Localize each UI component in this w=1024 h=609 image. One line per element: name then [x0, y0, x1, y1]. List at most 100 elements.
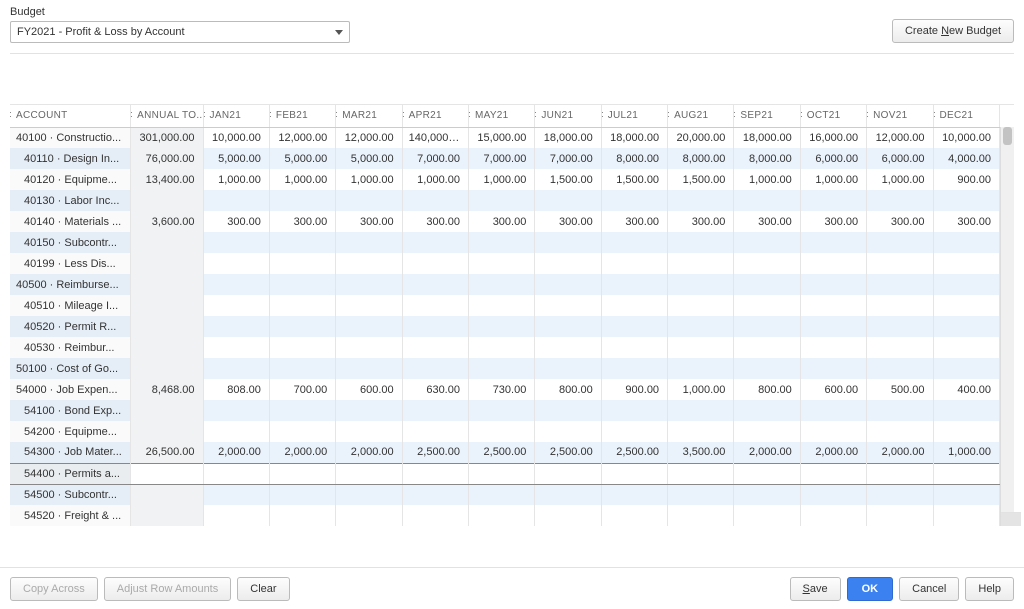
month-cell[interactable]: 300.00 — [203, 211, 269, 232]
month-cell[interactable] — [535, 190, 601, 211]
save-button[interactable]: Save — [790, 577, 841, 601]
month-cell[interactable] — [734, 400, 800, 421]
col-header-jun21[interactable]: JUN21 — [535, 105, 601, 127]
col-header-may21[interactable]: MAY21 — [468, 105, 534, 127]
month-cell[interactable] — [800, 505, 866, 526]
month-cell[interactable]: 600.00 — [336, 379, 402, 400]
annual-cell[interactable] — [131, 337, 203, 358]
month-cell[interactable]: 800.00 — [535, 379, 601, 400]
annual-cell[interactable]: 26,500.00 — [131, 442, 203, 463]
month-cell[interactable] — [668, 316, 734, 337]
month-cell[interactable]: 1,000.00 — [867, 169, 933, 190]
col-header-apr21[interactable]: APR21 — [402, 105, 468, 127]
table-row[interactable]: 40120 · Equipme...13,400.001,000.001,000… — [10, 169, 1000, 190]
account-cell[interactable]: 40520 · Permit R... — [10, 316, 131, 337]
month-cell[interactable] — [800, 337, 866, 358]
month-cell[interactable] — [933, 274, 1000, 295]
month-cell[interactable] — [203, 463, 269, 484]
month-cell[interactable] — [668, 232, 734, 253]
col-header-sep21[interactable]: SEP21 — [734, 105, 800, 127]
annual-cell[interactable] — [131, 274, 203, 295]
table-row[interactable]: 40140 · Materials ...3,600.00300.00300.0… — [10, 211, 1000, 232]
annual-cell[interactable] — [131, 484, 203, 505]
month-cell[interactable]: 1,000.00 — [203, 169, 269, 190]
cancel-button[interactable]: Cancel — [899, 577, 959, 601]
month-cell[interactable] — [668, 337, 734, 358]
month-cell[interactable] — [336, 463, 402, 484]
month-cell[interactable] — [601, 463, 667, 484]
month-cell[interactable] — [601, 358, 667, 379]
month-cell[interactable] — [402, 358, 468, 379]
table-row[interactable]: 40500 · Reimburse... — [10, 274, 1000, 295]
month-cell[interactable] — [933, 358, 1000, 379]
vertical-scrollbar[interactable] — [1000, 127, 1014, 526]
month-cell[interactable]: 300.00 — [402, 211, 468, 232]
month-cell[interactable]: 12,000.00 — [867, 127, 933, 148]
month-cell[interactable]: 2,000.00 — [203, 442, 269, 463]
month-cell[interactable] — [269, 190, 335, 211]
table-row[interactable]: 40520 · Permit R... — [10, 316, 1000, 337]
month-cell[interactable] — [601, 190, 667, 211]
month-cell[interactable] — [269, 274, 335, 295]
col-header-nov21[interactable]: NOV21 — [867, 105, 933, 127]
month-cell[interactable] — [468, 484, 534, 505]
month-cell[interactable] — [402, 421, 468, 442]
month-cell[interactable]: 6,000.00 — [867, 148, 933, 169]
month-cell[interactable] — [668, 505, 734, 526]
month-cell[interactable] — [468, 421, 534, 442]
month-cell[interactable]: 7,000.00 — [468, 148, 534, 169]
month-cell[interactable] — [269, 316, 335, 337]
month-cell[interactable]: 1,000.00 — [336, 169, 402, 190]
account-cell[interactable]: 40500 · Reimburse... — [10, 274, 131, 295]
month-cell[interactable] — [601, 295, 667, 316]
annual-cell[interactable] — [131, 400, 203, 421]
month-cell[interactable] — [535, 316, 601, 337]
annual-cell[interactable]: 8,468.00 — [131, 379, 203, 400]
month-cell[interactable]: 5,000.00 — [203, 148, 269, 169]
scrollbar-arrow-down-icon[interactable] — [1001, 512, 1021, 526]
col-header-account[interactable]: ACCOUNT — [10, 105, 131, 127]
month-cell[interactable] — [668, 190, 734, 211]
month-cell[interactable] — [668, 421, 734, 442]
month-cell[interactable] — [800, 295, 866, 316]
account-cell[interactable]: 40110 · Design In... — [10, 148, 131, 169]
month-cell[interactable]: 18,000.00 — [734, 127, 800, 148]
month-cell[interactable] — [933, 505, 1000, 526]
month-cell[interactable] — [933, 295, 1000, 316]
month-cell[interactable] — [867, 484, 933, 505]
month-cell[interactable] — [203, 274, 269, 295]
month-cell[interactable] — [402, 253, 468, 274]
account-cell[interactable]: 54200 · Equipme... — [10, 421, 131, 442]
month-cell[interactable] — [800, 421, 866, 442]
month-cell[interactable]: 300.00 — [336, 211, 402, 232]
month-cell[interactable] — [468, 295, 534, 316]
month-cell[interactable]: 20,000.00 — [668, 127, 734, 148]
month-cell[interactable] — [203, 505, 269, 526]
month-cell[interactable] — [468, 358, 534, 379]
month-cell[interactable]: 300.00 — [933, 211, 1000, 232]
col-header-oct21[interactable]: OCT21 — [800, 105, 866, 127]
month-cell[interactable]: 300.00 — [867, 211, 933, 232]
month-cell[interactable]: 8,000.00 — [668, 148, 734, 169]
month-cell[interactable]: 300.00 — [734, 211, 800, 232]
month-cell[interactable] — [668, 358, 734, 379]
month-cell[interactable]: 5,000.00 — [269, 148, 335, 169]
account-cell[interactable]: 54000 · Job Expen... — [10, 379, 131, 400]
month-cell[interactable]: 800.00 — [734, 379, 800, 400]
month-cell[interactable]: 10,000.00 — [203, 127, 269, 148]
month-cell[interactable]: 4,000.00 — [933, 148, 1000, 169]
month-cell[interactable] — [535, 337, 601, 358]
month-cell[interactable]: 2,000.00 — [269, 442, 335, 463]
month-cell[interactable] — [867, 400, 933, 421]
month-cell[interactable] — [336, 232, 402, 253]
month-cell[interactable] — [269, 421, 335, 442]
table-row[interactable]: 54100 · Bond Exp... — [10, 400, 1000, 421]
table-row[interactable]: 40100 · Constructio...301,000.0010,000.0… — [10, 127, 1000, 148]
month-cell[interactable] — [734, 358, 800, 379]
table-row[interactable]: 40110 · Design In...76,000.005,000.005,0… — [10, 148, 1000, 169]
month-cell[interactable] — [336, 274, 402, 295]
clear-button[interactable]: Clear — [237, 577, 289, 601]
month-cell[interactable]: 140,000.00 — [402, 127, 468, 148]
month-cell[interactable]: 16,000.00 — [800, 127, 866, 148]
table-row[interactable]: 54400 · Permits a... — [10, 463, 1000, 484]
